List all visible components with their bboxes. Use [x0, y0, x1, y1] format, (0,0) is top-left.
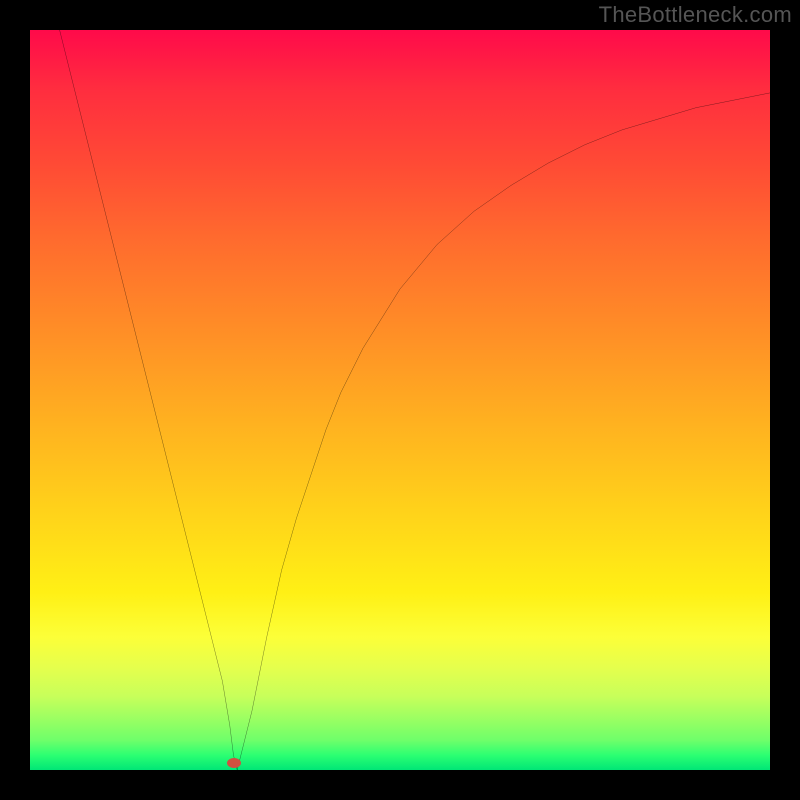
marker-dot	[227, 758, 241, 768]
curve-svg	[30, 30, 770, 770]
curve-path	[60, 30, 770, 770]
plot-area	[30, 30, 770, 770]
watermark-text: TheBottleneck.com	[599, 2, 792, 28]
chart-frame: TheBottleneck.com	[0, 0, 800, 800]
